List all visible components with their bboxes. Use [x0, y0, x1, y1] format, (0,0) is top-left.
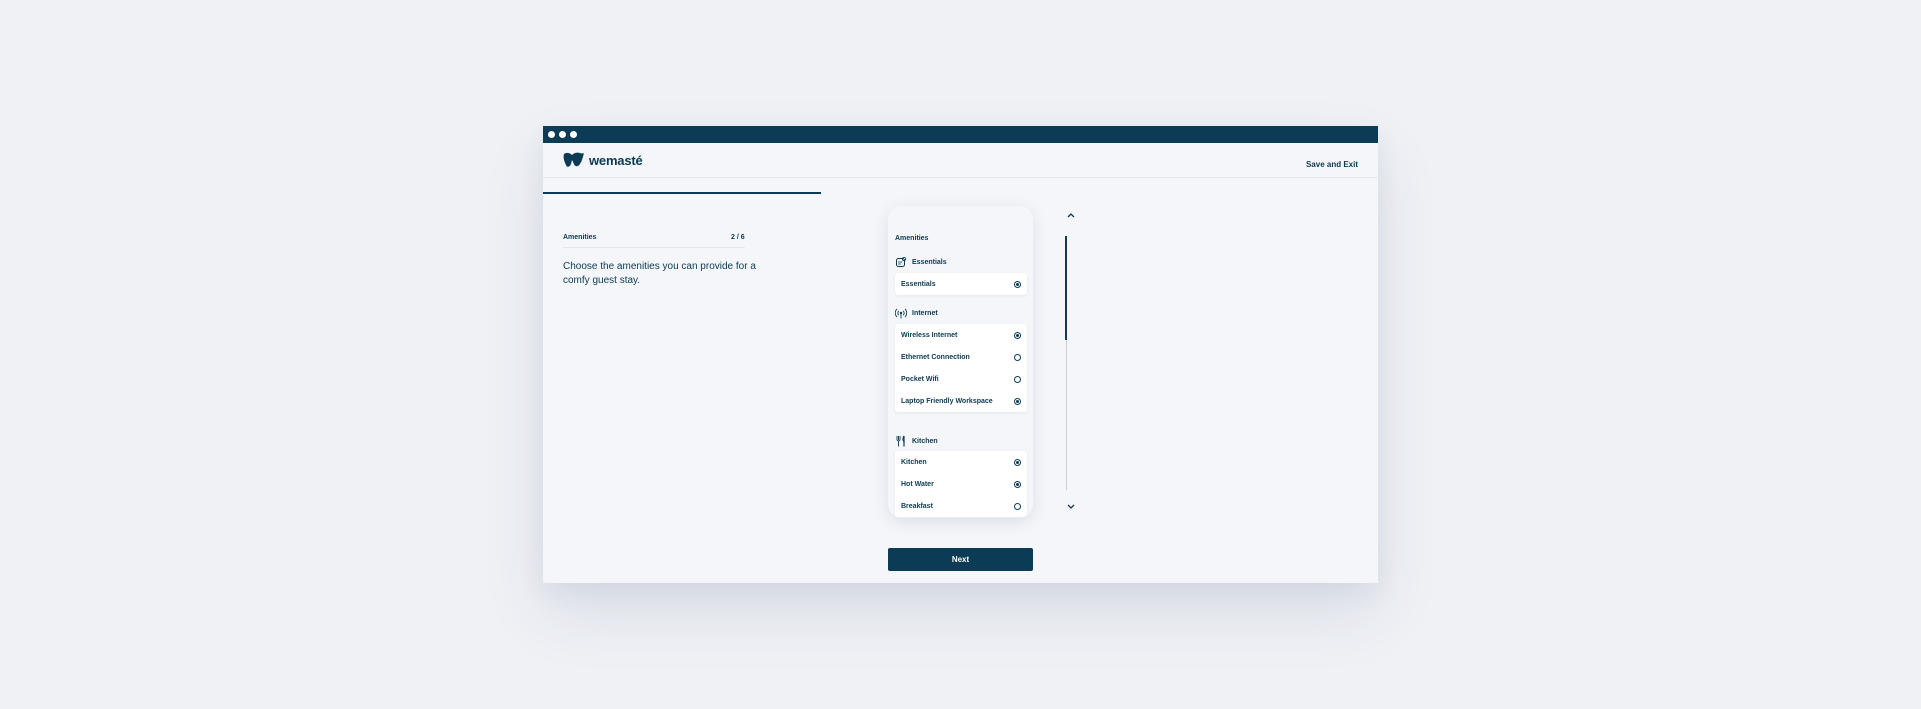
amenity-option[interactable]: Ethernet Connection: [895, 346, 1027, 368]
section-header-kitchen: Kitchen: [895, 435, 938, 447]
radio-unselected[interactable]: [1014, 375, 1021, 383]
brand-logo[interactable]: wemasté: [563, 151, 643, 169]
brand-logo-icon: [563, 152, 584, 167]
section-label: Essentials: [912, 258, 947, 266]
scroll-down-chevron-icon[interactable]: [1066, 502, 1076, 512]
amenity-option[interactable]: Pocket Wifi: [895, 368, 1027, 390]
amenity-label: Kitchen: [901, 458, 927, 466]
amenity-list-card: Wireless Internet Ethernet Connection Po…: [895, 324, 1027, 412]
top-header: wemasté Save and Exit: [543, 143, 1378, 194]
amenity-label: Pocket Wifi: [901, 375, 939, 383]
step-description: Choose the amenities you can provide for…: [563, 261, 756, 286]
app-window: wemasté Save and Exit Amenities 2 / 6 Ch…: [543, 126, 1378, 583]
amenity-option[interactable]: Breakfast: [895, 495, 1027, 517]
radio-selected[interactable]: [1014, 458, 1021, 466]
radio-selected[interactable]: [1014, 280, 1021, 288]
step-progress-bar: [543, 192, 821, 194]
brand-name: wemasté: [589, 152, 643, 168]
amenity-label: Hot Water: [901, 480, 934, 488]
amenity-list-card: Essentials: [895, 273, 1027, 295]
radio-unselected[interactable]: [1014, 353, 1021, 361]
amenity-option[interactable]: Hot Water: [895, 473, 1027, 495]
save-and-exit-link[interactable]: Save and Exit: [1306, 160, 1358, 169]
fork-knife-icon: [896, 435, 905, 447]
section-header-essentials: Essentials: [895, 256, 947, 268]
amenity-label: Wireless Internet: [901, 331, 958, 339]
scrollbar-thumb[interactable]: [1065, 236, 1067, 340]
amenity-label: Breakfast: [901, 502, 933, 510]
amenity-option[interactable]: Kitchen: [895, 451, 1027, 473]
section-label: Kitchen: [912, 437, 938, 445]
window-control-dot[interactable]: [570, 131, 577, 138]
divider: [563, 247, 745, 248]
amenity-label: Laptop Friendly Workspace: [901, 397, 993, 405]
amenity-label: Ethernet Connection: [901, 353, 970, 361]
window-titlebar: [543, 126, 1378, 143]
amenity-list-card: Kitchen Hot Water Breakfast: [895, 451, 1027, 517]
amenity-option[interactable]: Laptop Friendly Workspace: [895, 390, 1027, 412]
phone-preview: Amenities Essentials Essentials Internet…: [888, 206, 1033, 518]
preview-title: Amenities: [895, 235, 929, 242]
radio-selected[interactable]: [1014, 397, 1021, 405]
amenity-option[interactable]: Wireless Internet: [895, 324, 1027, 346]
section-label: Internet: [912, 309, 938, 317]
radio-selected[interactable]: [1014, 480, 1021, 488]
wifi-signal-icon: [895, 308, 907, 319]
section-header-internet: Internet: [895, 307, 938, 319]
soap-icon: [896, 256, 907, 267]
amenity-label: Essentials: [901, 280, 936, 288]
amenity-option[interactable]: Essentials: [895, 273, 1027, 295]
radio-unselected[interactable]: [1014, 502, 1021, 510]
step-counter: 2 / 6: [731, 234, 745, 241]
window-control-dot[interactable]: [559, 131, 566, 138]
step-title: Amenities: [563, 234, 597, 241]
next-button[interactable]: Next: [888, 548, 1033, 571]
scroll-up-chevron-icon[interactable]: [1066, 210, 1076, 220]
window-control-dot[interactable]: [548, 131, 555, 138]
radio-selected[interactable]: [1014, 331, 1021, 339]
